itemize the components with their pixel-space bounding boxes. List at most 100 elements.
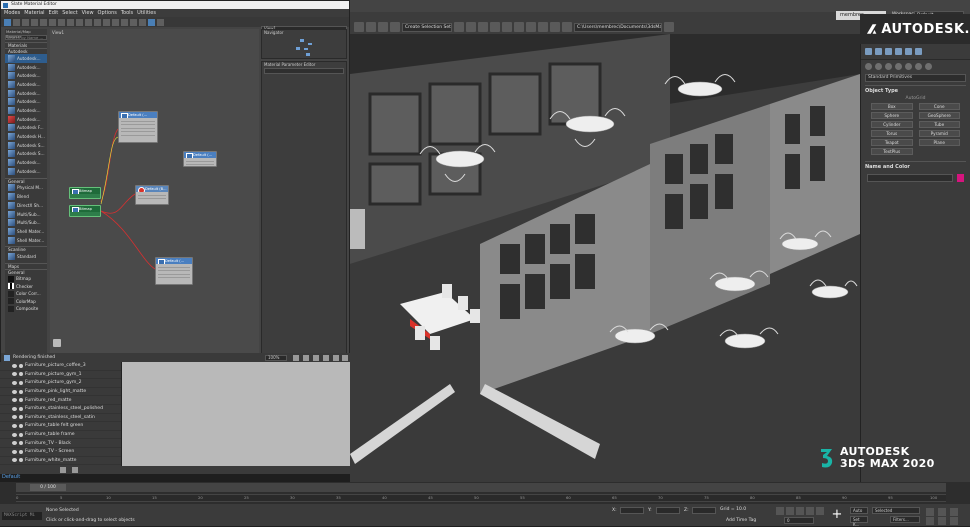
- material-editor-icon[interactable]: [526, 22, 536, 32]
- cameras-icon[interactable]: [895, 62, 902, 70]
- sme-options-icon[interactable]: [139, 18, 146, 26]
- menu-tools[interactable]: Tools: [121, 10, 133, 16]
- project-path-field[interactable]: C:\Users\membrec\Documents\3dsMax 2020: [574, 22, 662, 32]
- plane-button[interactable]: Plane: [918, 139, 960, 146]
- menu-material[interactable]: Material: [24, 10, 44, 16]
- freeze-icon[interactable]: [19, 398, 23, 403]
- redo-icon[interactable]: [366, 22, 376, 32]
- list-item[interactable]: Color Corr...: [5, 290, 47, 298]
- material-node-4[interactable]: Default (...: [155, 257, 193, 285]
- motion-tab-icon[interactable]: [895, 48, 902, 55]
- current-frame-field[interactable]: 0: [784, 517, 814, 524]
- orbit-icon[interactable]: [938, 508, 946, 516]
- set-key-button[interactable]: Set K...: [850, 516, 868, 527]
- table-row[interactable]: Furniture_pink_light_matte: [0, 388, 121, 397]
- freeze-icon[interactable]: [19, 432, 23, 437]
- field-of-view-icon[interactable]: [926, 517, 934, 525]
- list-item[interactable]: Multi/Sub...: [5, 218, 47, 227]
- key-filter-dropdown[interactable]: Selected: [872, 507, 920, 514]
- param-editor-field[interactable]: [264, 68, 344, 74]
- zoom-region-icon[interactable]: [313, 355, 319, 361]
- show-map-icon[interactable]: [67, 18, 74, 26]
- visibility-eye-icon[interactable]: [12, 380, 17, 385]
- perspective-viewport[interactable]: [350, 34, 860, 488]
- list-item[interactable]: Checker: [5, 283, 47, 291]
- table-row[interactable]: Furniture_table felt green: [0, 422, 121, 431]
- pan-viewport-icon[interactable]: [950, 508, 958, 516]
- current-layer-label[interactable]: Default: [2, 474, 20, 480]
- undo-icon[interactable]: [354, 22, 364, 32]
- freeze-icon[interactable]: [19, 415, 23, 420]
- material-id-icon[interactable]: [85, 18, 92, 26]
- primitive-type-dropdown[interactable]: Standard Primitives: [865, 74, 966, 82]
- hide-unused-icon[interactable]: [58, 18, 65, 26]
- list-item[interactable]: Autodesk...: [5, 80, 47, 89]
- graphite-icon[interactable]: [490, 22, 500, 32]
- next-frame-icon[interactable]: [806, 507, 814, 515]
- list-item[interactable]: Composite: [5, 305, 47, 313]
- freeze-icon[interactable]: [19, 380, 23, 385]
- freeze-icon[interactable]: [19, 449, 23, 454]
- menu-view[interactable]: View: [82, 10, 94, 16]
- render-frame-icon[interactable]: [550, 22, 560, 32]
- list-item[interactable]: Autodesk...: [5, 89, 47, 98]
- project-folder-icon[interactable]: [664, 22, 674, 32]
- curve-editor-icon[interactable]: [502, 22, 512, 32]
- table-row[interactable]: Furniture_red_matte: [0, 396, 121, 405]
- y-coord-field[interactable]: [656, 507, 680, 514]
- visibility-eye-icon[interactable]: [12, 406, 17, 411]
- list-item[interactable]: Autodesk H...: [5, 132, 47, 141]
- object-color-swatch[interactable]: [957, 174, 964, 182]
- list-item[interactable]: Autodesk...: [5, 106, 47, 115]
- zoom-extents-icon[interactable]: [323, 355, 329, 361]
- list-item[interactable]: Autodesk...: [5, 158, 47, 167]
- move-children-icon[interactable]: [49, 18, 56, 26]
- pan-icon[interactable]: [293, 355, 299, 361]
- layer-explorer-icon[interactable]: [478, 22, 488, 32]
- table-row[interactable]: Furniture_picture_coffee_3: [0, 362, 121, 371]
- freeze-icon[interactable]: [19, 363, 23, 368]
- freeze-icon[interactable]: [19, 389, 23, 394]
- freeze-icon[interactable]: [19, 406, 23, 411]
- menu-utilities[interactable]: Utilities: [137, 10, 156, 16]
- hide-nodes-icon[interactable]: [121, 18, 128, 26]
- object-name-input[interactable]: [867, 174, 953, 182]
- render-icon[interactable]: [562, 22, 572, 32]
- time-slider[interactable]: 0 / 100: [16, 483, 946, 492]
- helpers-icon[interactable]: [905, 62, 912, 70]
- assign-material-icon[interactable]: [31, 18, 38, 26]
- maxscript-listener-input[interactable]: MAXScript Mi: [2, 512, 42, 520]
- list-item[interactable]: Standard: [5, 252, 47, 261]
- sphere-button[interactable]: Sphere: [871, 112, 913, 119]
- fit-view-icon[interactable]: [342, 355, 348, 361]
- material-node-1[interactable]: Default (...: [118, 111, 158, 143]
- visibility-eye-icon[interactable]: [12, 423, 17, 428]
- auto-key-button[interactable]: Auto: [850, 507, 868, 514]
- selection-set-dropdown[interactable]: Create Selection Set: [402, 22, 452, 32]
- visibility-eye-icon[interactable]: [12, 363, 17, 368]
- maximize-viewport-icon[interactable]: [950, 517, 958, 525]
- time-slider-thumb[interactable]: 0 / 100: [30, 484, 66, 491]
- cone-button[interactable]: Cone: [918, 103, 960, 110]
- preview-icon[interactable]: [130, 18, 137, 26]
- navigator-panel[interactable]: Navigator: [261, 29, 347, 59]
- layer-mode-icon[interactable]: [60, 467, 66, 473]
- list-item[interactable]: Multi/Sub...: [5, 210, 47, 219]
- list-item[interactable]: Autodesk...: [5, 97, 47, 106]
- list-item[interactable]: Autodesk...: [5, 54, 47, 63]
- browser-toggle-icon[interactable]: [148, 18, 155, 26]
- pick-material-icon[interactable]: [13, 18, 20, 26]
- visibility-eye-icon[interactable]: [12, 441, 17, 446]
- list-item[interactable]: Physical M...: [5, 184, 47, 193]
- freeze-icon[interactable]: [19, 458, 23, 463]
- list-item[interactable]: Autodesk...: [5, 71, 47, 80]
- systems-icon[interactable]: [925, 62, 932, 70]
- zoom-selected-icon[interactable]: [333, 355, 339, 361]
- named-sets-icon[interactable]: [454, 22, 464, 32]
- material-node-3[interactable]: Default (B...: [135, 185, 169, 205]
- table-row[interactable]: Furniture_TV - Black: [0, 439, 121, 448]
- geosphere-button[interactable]: GeoSphere: [918, 112, 960, 119]
- visibility-eye-icon[interactable]: [12, 389, 17, 394]
- menu-select[interactable]: Select: [62, 10, 77, 16]
- cylinder-button[interactable]: Cylinder: [871, 121, 913, 128]
